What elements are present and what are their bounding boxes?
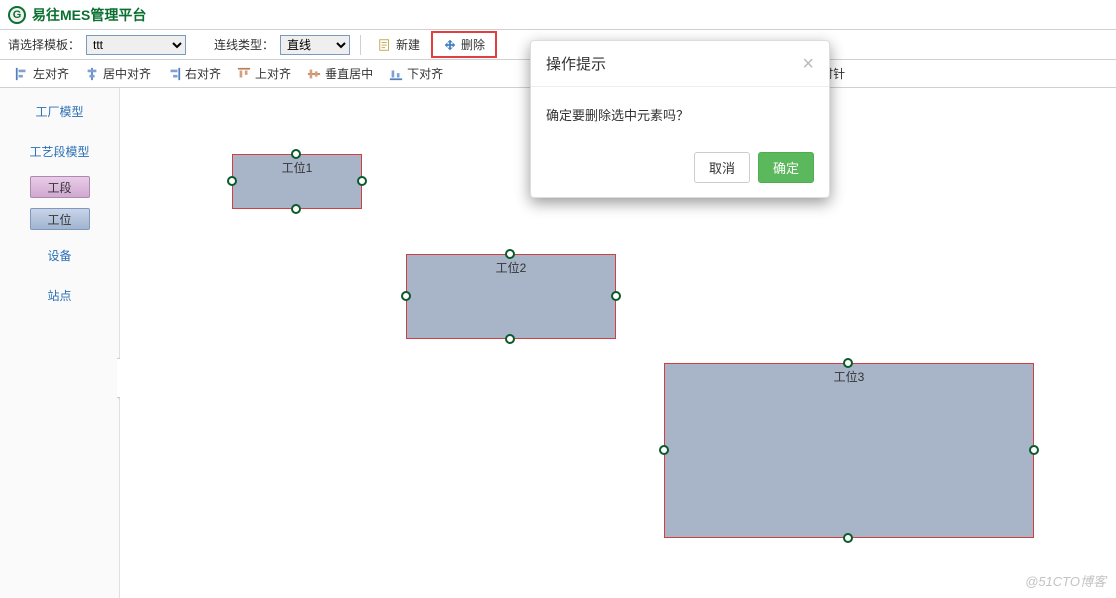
watermark: @51CTO博客 [1025, 571, 1106, 590]
sidebar-item-station[interactable]: 站点 [10, 280, 110, 310]
template-label: 请选择模板： [8, 36, 80, 53]
line-type-label: 连线类型： [214, 36, 274, 53]
canvas-node-1[interactable]: 工位1 [232, 154, 362, 209]
port-icon[interactable] [611, 291, 621, 301]
align-left-button[interactable]: 左对齐 [8, 62, 76, 85]
sidebar-item-gongduan[interactable]: 工段 [30, 176, 90, 198]
node-label: 工位3 [834, 368, 865, 385]
app-title: 易往MES管理平台 [32, 5, 146, 25]
port-icon[interactable] [505, 249, 515, 259]
sidebar-item-equipment[interactable]: 设备 [10, 240, 110, 270]
align-right-icon [167, 67, 181, 81]
new-button[interactable]: 新建 [371, 33, 427, 56]
dialog-footer: 取消 确定 [531, 142, 829, 197]
align-center-v-icon [307, 67, 321, 81]
confirm-dialog: 操作提示 × 确定要删除选中元素吗？ 取消 确定 [530, 40, 830, 198]
align-left-icon [15, 67, 29, 81]
align-bottom-button[interactable]: 下对齐 [382, 62, 450, 85]
port-icon[interactable] [843, 533, 853, 543]
port-icon[interactable] [357, 176, 367, 186]
port-icon[interactable] [291, 149, 301, 159]
app-header: G 易往MES管理平台 [0, 0, 1116, 30]
separator [360, 35, 361, 55]
sidebar-item-process-model[interactable]: 工艺段模型 [10, 136, 110, 166]
logo-icon: G [8, 6, 26, 24]
dialog-message: 确定要删除选中元素吗？ [531, 87, 829, 142]
align-right-button[interactable]: 右对齐 [160, 62, 228, 85]
align-center-h-button[interactable]: 居中对齐 [78, 62, 158, 85]
dialog-header: 操作提示 × [531, 41, 829, 87]
port-icon[interactable] [291, 204, 301, 214]
align-top-button[interactable]: 上对齐 [230, 62, 298, 85]
sidebar: 工厂模型 工艺段模型 工段 工位 设备 站点 ‹ [0, 88, 120, 598]
node-label: 工位1 [282, 159, 313, 176]
port-icon[interactable] [1029, 445, 1039, 455]
template-select[interactable]: ttt [86, 35, 186, 55]
align-center-h-icon [85, 67, 99, 81]
port-icon[interactable] [401, 291, 411, 301]
node-label: 工位2 [496, 259, 527, 276]
port-icon[interactable] [505, 334, 515, 344]
delete-icon [443, 38, 457, 52]
port-icon[interactable] [843, 358, 853, 368]
new-icon [378, 38, 392, 52]
align-bottom-icon [389, 67, 403, 81]
sidebar-item-factory-model[interactable]: 工厂模型 [10, 96, 110, 126]
dialog-close-button[interactable]: × [802, 54, 814, 74]
port-icon[interactable] [659, 445, 669, 455]
cancel-button[interactable]: 取消 [694, 152, 750, 183]
align-center-v-button[interactable]: 垂直居中 [300, 62, 380, 85]
align-top-icon [237, 67, 251, 81]
port-icon[interactable] [227, 176, 237, 186]
canvas-node-2[interactable]: 工位2 [406, 254, 616, 339]
ok-button[interactable]: 确定 [758, 152, 814, 183]
sidebar-item-gongwei[interactable]: 工位 [30, 208, 90, 230]
dialog-title: 操作提示 [546, 53, 606, 74]
delete-button[interactable]: 删除 [431, 31, 497, 58]
canvas-node-3[interactable]: 工位3 [664, 363, 1034, 538]
line-type-select[interactable]: 直线 [280, 35, 350, 55]
